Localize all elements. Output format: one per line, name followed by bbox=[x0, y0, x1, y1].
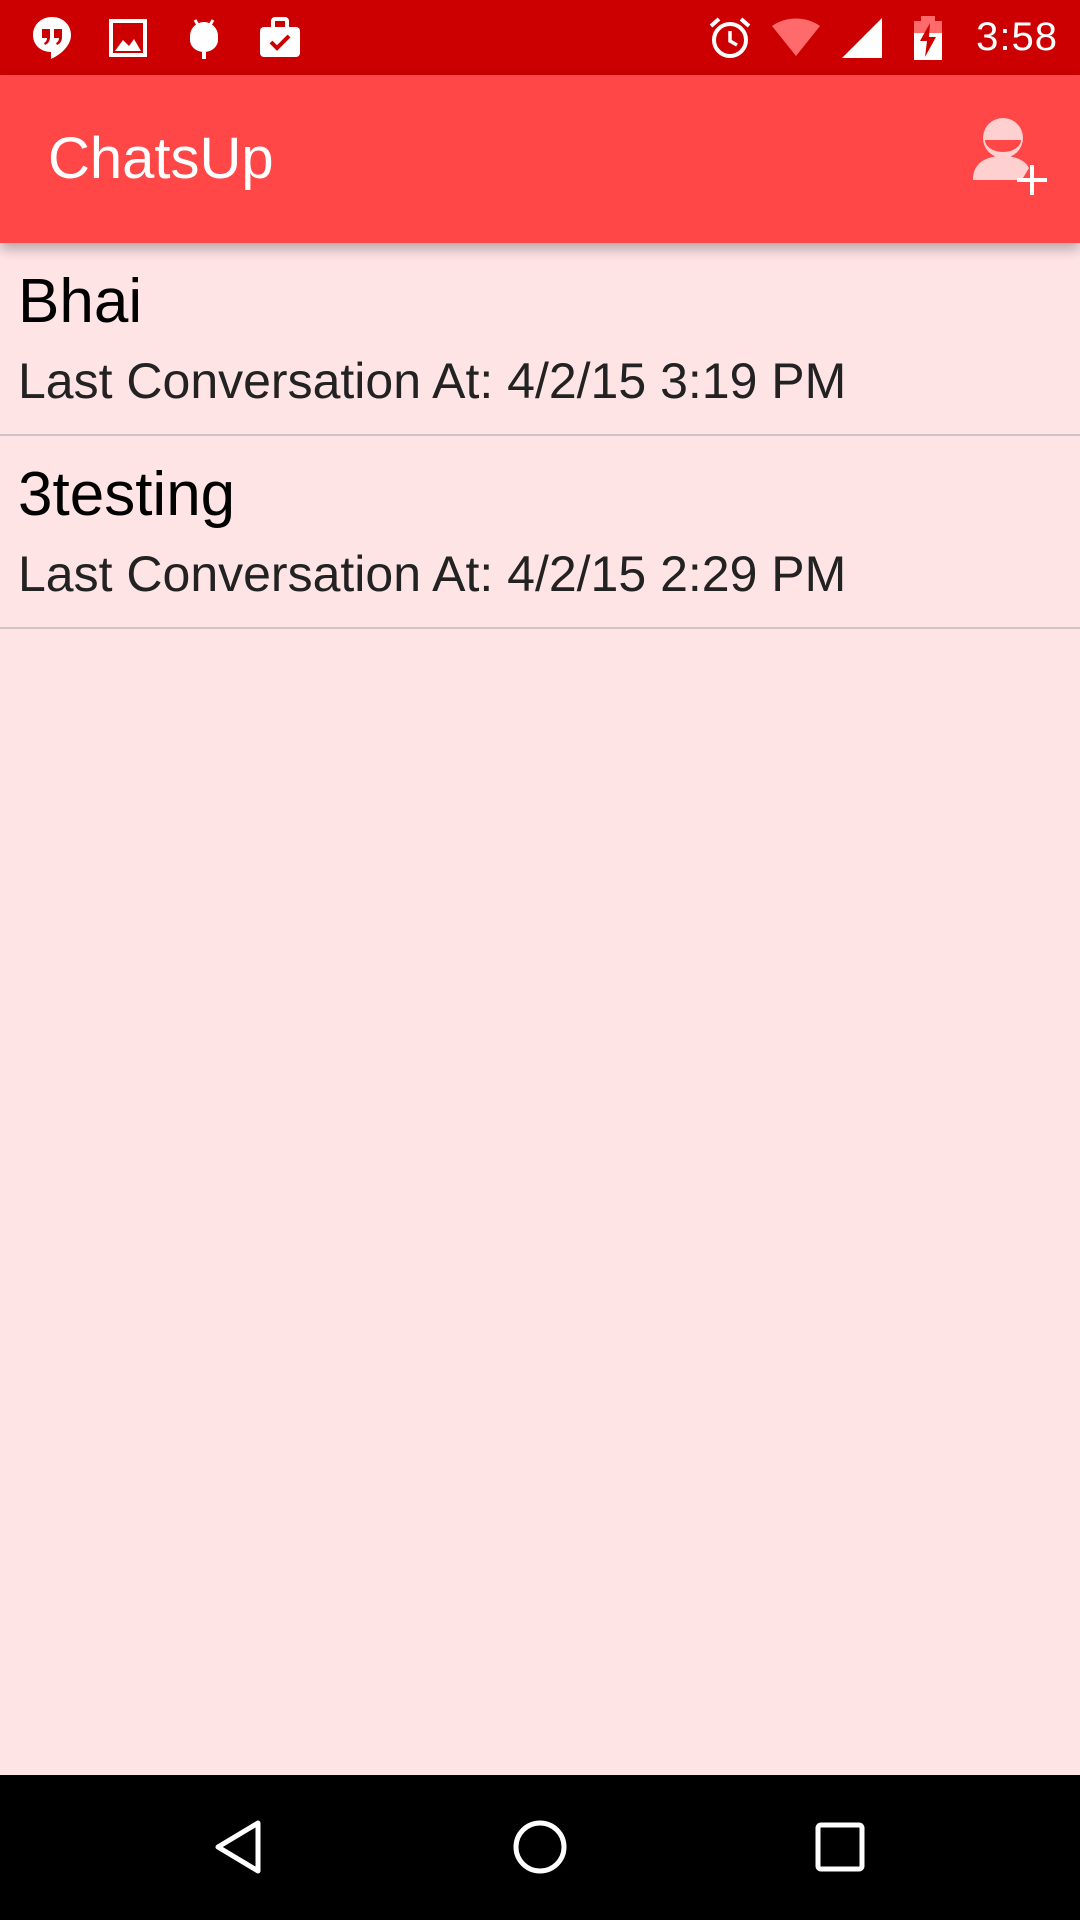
add-contact-button[interactable] bbox=[962, 109, 1062, 209]
briefcase-check-icon bbox=[260, 16, 300, 57]
conversation-name: Bhai bbox=[18, 267, 143, 336]
home-icon bbox=[513, 1820, 567, 1874]
wifi-icon bbox=[772, 18, 821, 56]
android-icon bbox=[190, 18, 218, 59]
alarm-icon bbox=[709, 16, 751, 58]
system-icons: 3:58 bbox=[706, 0, 1058, 75]
conversation-name: 3testing bbox=[18, 460, 236, 529]
recents-button[interactable] bbox=[790, 1797, 890, 1897]
add-contact-icon bbox=[973, 118, 1047, 195]
image-icon bbox=[109, 18, 147, 57]
status-time: 3:58 bbox=[976, 15, 1058, 59]
conversation-item-3testing[interactable]: 3testing Last Conversation At: 4/2/15 2:… bbox=[0, 436, 1080, 629]
navigation-bar bbox=[0, 1775, 1080, 1920]
app-title: ChatsUp bbox=[48, 126, 274, 191]
last-conversation-time: Last Conversation At: 4/2/15 2:29 PM bbox=[18, 546, 847, 602]
back-button[interactable] bbox=[190, 1797, 290, 1897]
home-button[interactable] bbox=[490, 1797, 590, 1897]
signal-icon bbox=[842, 17, 883, 58]
conversation-item-bhai[interactable]: Bhai Last Conversation At: 4/2/15 3:19 P… bbox=[0, 243, 1080, 436]
notification-icons bbox=[28, 0, 304, 75]
recents-icon bbox=[815, 1822, 865, 1872]
app-bar: ChatsUp bbox=[0, 75, 1080, 243]
status-bar: 3:58 bbox=[0, 0, 1080, 75]
screen: 3:58 ChatsUp Bhai Last Conversation At: … bbox=[0, 0, 1080, 1920]
last-conversation-time: Last Conversation At: 4/2/15 3:19 PM bbox=[18, 353, 847, 409]
hangouts-icon bbox=[33, 16, 71, 59]
conversation-list: Bhai Last Conversation At: 4/2/15 3:19 P… bbox=[0, 243, 1080, 629]
battery-charging-icon bbox=[914, 15, 943, 60]
back-icon bbox=[215, 1820, 261, 1874]
